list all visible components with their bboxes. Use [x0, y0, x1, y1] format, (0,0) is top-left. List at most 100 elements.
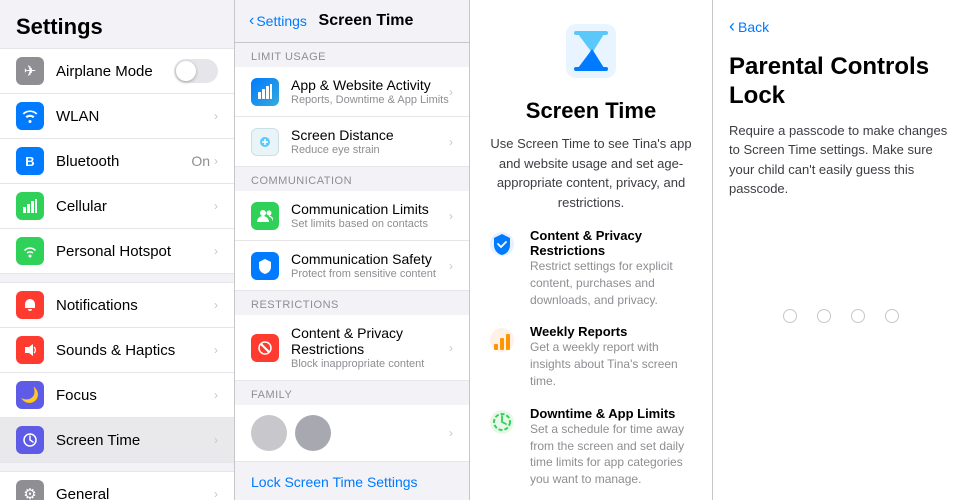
app-activity-icon [251, 78, 279, 106]
settings-label-general: General [56, 486, 214, 500]
back-chevron-icon: ‹ [249, 12, 254, 30]
screentime-back[interactable]: ‹ Settings [249, 12, 307, 30]
family-avatar-2 [295, 415, 331, 451]
comm-limits-chevron: › [449, 209, 453, 223]
settings-label-wlan: WLAN [56, 108, 214, 125]
settings-item-sounds[interactable]: Sounds & Haptics › [0, 328, 234, 373]
content-privacy-icon [486, 228, 518, 260]
parental-back-chevron-icon: ‹ [729, 16, 735, 37]
family-chevron: › [449, 426, 453, 440]
family-item[interactable]: › [235, 405, 469, 462]
downtime-icon [486, 406, 518, 438]
hourglass-graphic [556, 16, 626, 86]
notifications-chevron: › [214, 298, 218, 312]
settings-label-hotspot: Personal Hotspot [56, 243, 214, 260]
comm-safety-text: Communication Safety Protect from sensit… [291, 251, 449, 280]
sounds-icon [16, 336, 44, 364]
comm-limits-icon [251, 202, 279, 230]
settings-panel: Settings ✈ Airplane Mode WLAN › B Blueto… [0, 0, 235, 500]
settings-item-notifications[interactable]: Notifications › [0, 282, 234, 328]
family-avatar-1 [251, 415, 287, 451]
comm-limits-subtitle: Set limits based on contacts [291, 218, 449, 230]
privacy-subtitle: Block inappropriate content [291, 358, 449, 370]
screen-distance-item[interactable]: Screen Distance Reduce eye strain › [235, 117, 469, 167]
content-privacy-title: Content & Privacy Restrictions [530, 228, 696, 258]
app-activity-title: App & Website Activity [291, 77, 449, 93]
privacy-title: Content & Privacy Restrictions [291, 325, 449, 357]
settings-label-cellular: Cellular [56, 198, 214, 215]
settings-item-focus[interactable]: 🌙 Focus › [0, 373, 234, 418]
lock-link[interactable]: Lock Screen Time Settings [235, 462, 469, 494]
bluetooth-icon: B [16, 147, 44, 175]
focus-chevron: › [214, 388, 218, 402]
app-activity-chevron: › [449, 85, 453, 99]
parental-controls-desc: Require a passcode to make changes to Sc… [729, 121, 953, 199]
app-activity-subtitle: Reports, Downtime & App Limits [291, 94, 449, 106]
screentime-features: Content & Privacy Restrictions Restrict … [470, 228, 712, 500]
content-privacy-desc: Restrict settings for explicit content, … [530, 258, 696, 308]
settings-item-screentime[interactable]: Screen Time › [0, 418, 234, 463]
restrictions-header: RESTRICTIONS [235, 291, 469, 315]
comm-safety-chevron: › [449, 259, 453, 273]
privacy-text: Content & Privacy Restrictions Block ina… [291, 325, 449, 370]
settings-title: Settings [0, 0, 234, 48]
screentime-scroll: LIMIT USAGE App & Website Activity Repor… [235, 43, 469, 497]
comm-safety-item[interactable]: Communication Safety Protect from sensit… [235, 241, 469, 291]
airplane-toggle[interactable] [174, 59, 218, 83]
settings-item-bluetooth[interactable]: B Bluetooth On › [0, 139, 234, 184]
system-group: ⚙ General › Control Center › ☀ Display &… [0, 471, 234, 500]
parental-controls-panel: ‹ Back Parental Controls Lock Require a … [713, 0, 969, 500]
passcode-dot-1[interactable] [783, 309, 797, 323]
privacy-icon [251, 334, 279, 362]
weekly-reports-desc: Get a weekly report with insights about … [530, 339, 696, 389]
communication-header: COMMUNICATION [235, 167, 469, 191]
wifi-icon [16, 102, 44, 130]
settings-item-cellular[interactable]: Cellular › [0, 184, 234, 229]
passcode-dot-2[interactable] [817, 309, 831, 323]
passcode-dot-4[interactable] [885, 309, 899, 323]
feature-downtime: Downtime & App Limits Set a schedule for… [486, 406, 696, 488]
feature-weekly-reports: Weekly Reports Get a weekly report with … [486, 324, 696, 389]
screentime-panel: ‹ Settings Screen Time LIMIT USAGE App &… [235, 0, 470, 500]
focus-icon: 🌙 [16, 381, 44, 409]
screen-distance-subtitle: Reduce eye strain [291, 144, 449, 156]
screentime-intro-title: Screen Time [526, 98, 656, 124]
downtime-text: Downtime & App Limits Set a schedule for… [530, 406, 696, 488]
settings-item-wlan[interactable]: WLAN › [0, 94, 234, 139]
settings-label-bluetooth: Bluetooth [56, 153, 191, 170]
passcode-input[interactable] [729, 309, 953, 323]
app-activity-item[interactable]: App & Website Activity Reports, Downtime… [235, 67, 469, 117]
privacy-chevron: › [449, 341, 453, 355]
general-chevron: › [214, 487, 218, 500]
feature-content-privacy: Content & Privacy Restrictions Restrict … [486, 228, 696, 308]
settings-item-general[interactable]: ⚙ General › [0, 471, 234, 500]
screen-distance-icon [251, 128, 279, 156]
cellular-icon [16, 192, 44, 220]
privacy-item[interactable]: Content & Privacy Restrictions Block ina… [235, 315, 469, 381]
parental-back-label: Back [738, 19, 769, 35]
settings-item-hotspot[interactable]: Personal Hotspot › [0, 229, 234, 274]
content-privacy-text: Content & Privacy Restrictions Restrict … [530, 228, 696, 308]
screentime-intro-top: Screen Time Use Screen Time to see Tina'… [470, 0, 712, 228]
bluetooth-value: On [191, 153, 210, 169]
screentime-intro-panel: Screen Time Use Screen Time to see Tina'… [470, 0, 713, 500]
screen-distance-title: Screen Distance [291, 127, 449, 143]
settings-label-sounds: Sounds & Haptics [56, 342, 214, 359]
limit-usage-header: LIMIT USAGE [235, 43, 469, 67]
parental-back[interactable]: ‹ Back [729, 16, 953, 37]
comm-safety-icon [251, 252, 279, 280]
screentime-header: ‹ Settings Screen Time [235, 0, 469, 43]
settings-item-airplane[interactable]: ✈ Airplane Mode [0, 48, 234, 94]
passcode-dot-3[interactable] [851, 309, 865, 323]
screentime-back-label: Settings [256, 13, 307, 29]
network-group: ✈ Airplane Mode WLAN › B Bluetooth On › [0, 48, 234, 274]
app-activity-text: App & Website Activity Reports, Downtime… [291, 77, 449, 106]
screentime-panel-title: Screen Time [307, 12, 425, 30]
comm-limits-title: Communication Limits [291, 201, 449, 217]
family-header: FAMILY [235, 381, 469, 405]
comm-limits-text: Communication Limits Set limits based on… [291, 201, 449, 230]
comm-safety-subtitle: Protect from sensitive content [291, 268, 449, 280]
settings-label-airplane: Airplane Mode [56, 63, 174, 80]
comm-limits-item[interactable]: Communication Limits Set limits based on… [235, 191, 469, 241]
bluetooth-chevron: › [214, 154, 218, 168]
